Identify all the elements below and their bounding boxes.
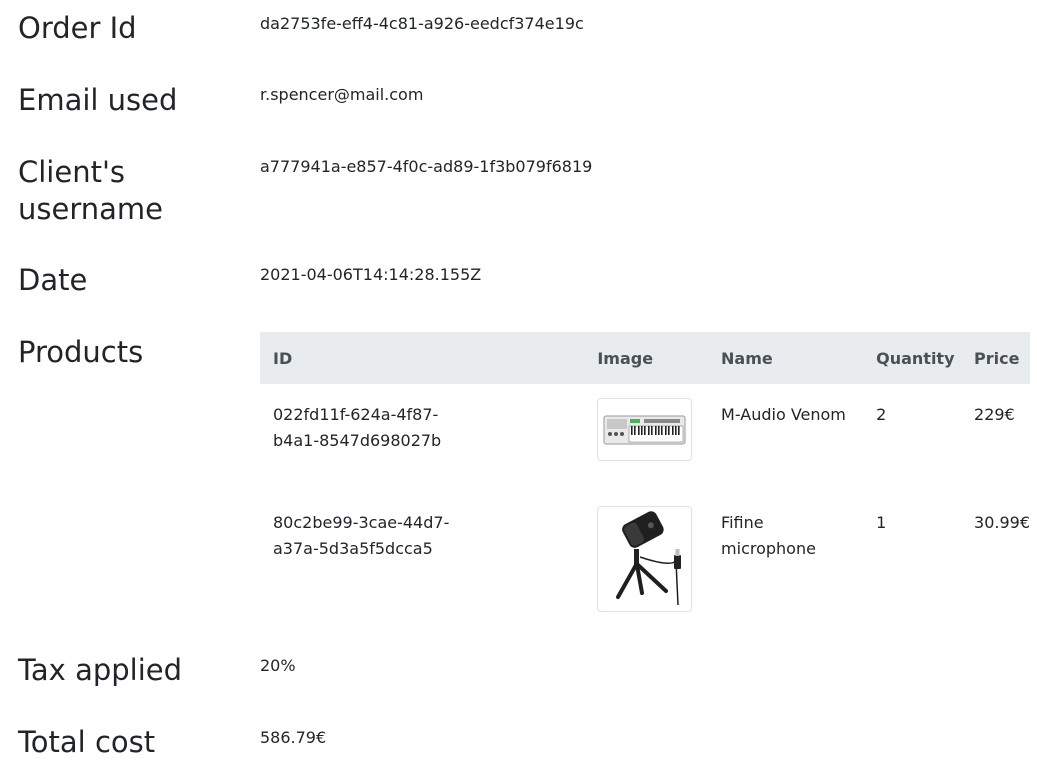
username-label: Client's username <box>18 154 238 228</box>
product-name-line2: microphone <box>721 539 816 558</box>
username-label-line1: Client's <box>18 155 126 189</box>
microphone-image <box>597 506 693 612</box>
product-name-line1: M-Audio Venom <box>721 405 846 424</box>
header-image: Image <box>597 348 654 368</box>
midi-keyboard-icon <box>603 415 686 444</box>
email-label: Email used <box>18 83 178 117</box>
total-cost-value: 586.79€ <box>260 728 327 747</box>
product-id-line1: 022fd11f-624a-4f87- <box>273 405 439 424</box>
order-id-label: Order Id <box>18 11 137 45</box>
product-name-cell: M-Audio Venom <box>708 384 863 492</box>
date-label: Date <box>18 263 88 297</box>
product-price-cell: 229€ <box>974 405 1015 424</box>
date-value: 2021-04-06T14:14:28.155Z <box>260 265 482 284</box>
product-quantity-cell: 2 <box>876 405 887 424</box>
tax-label: Tax applied <box>18 653 183 687</box>
header-quantity: Quantity <box>876 348 955 368</box>
product-image-cell <box>584 492 708 640</box>
header-price: Price <box>974 348 1020 368</box>
product-quantity-cell: 1 <box>876 513 887 532</box>
table-header-row: ID Image Name Quantity Price <box>260 332 1030 384</box>
table-row: 022fd11f-624a-4f87- b4a1-8547d698027b M-… <box>260 384 1030 492</box>
products-table: ID Image Name Quantity Price 022fd11f-62… <box>260 332 1030 640</box>
product-id-cell: 022fd11f-624a-4f87- b4a1-8547d698027b <box>260 384 584 492</box>
product-id-line2: a37a-5d3a5f5dcca5 <box>273 539 433 558</box>
product-price-cell: 30.99€ <box>974 513 1030 532</box>
product-name-line1: Fifine <box>721 513 764 532</box>
table-row: 80c2be99-3cae-44d7- a37a-5d3a5f5dcca5 Fi… <box>260 492 1030 640</box>
total-cost-label: Total cost <box>18 725 156 759</box>
tax-value: 20% <box>260 656 296 675</box>
product-id-cell: 80c2be99-3cae-44d7- a37a-5d3a5f5dcca5 <box>260 492 584 640</box>
order-id-value: da2753fe-eff4-4c81-a926-eedcf374e19c <box>260 14 584 33</box>
midi-keyboard-image <box>597 398 693 461</box>
product-name-cell: Fifine microphone <box>708 492 863 640</box>
username-value: a777941a-e857-4f0c-ad89-1f3b079f6819 <box>260 157 593 176</box>
header-id: ID <box>273 348 293 368</box>
microphone-icon <box>615 511 681 606</box>
product-id-line2: b4a1-8547d698027b <box>273 431 442 450</box>
header-name: Name <box>721 348 773 368</box>
username-label-line2: username <box>18 192 163 226</box>
product-image-cell <box>584 384 708 492</box>
products-label: Products <box>18 335 144 369</box>
email-value: r.spencer@mail.com <box>260 85 424 104</box>
product-id-line1: 80c2be99-3cae-44d7- <box>273 513 450 532</box>
